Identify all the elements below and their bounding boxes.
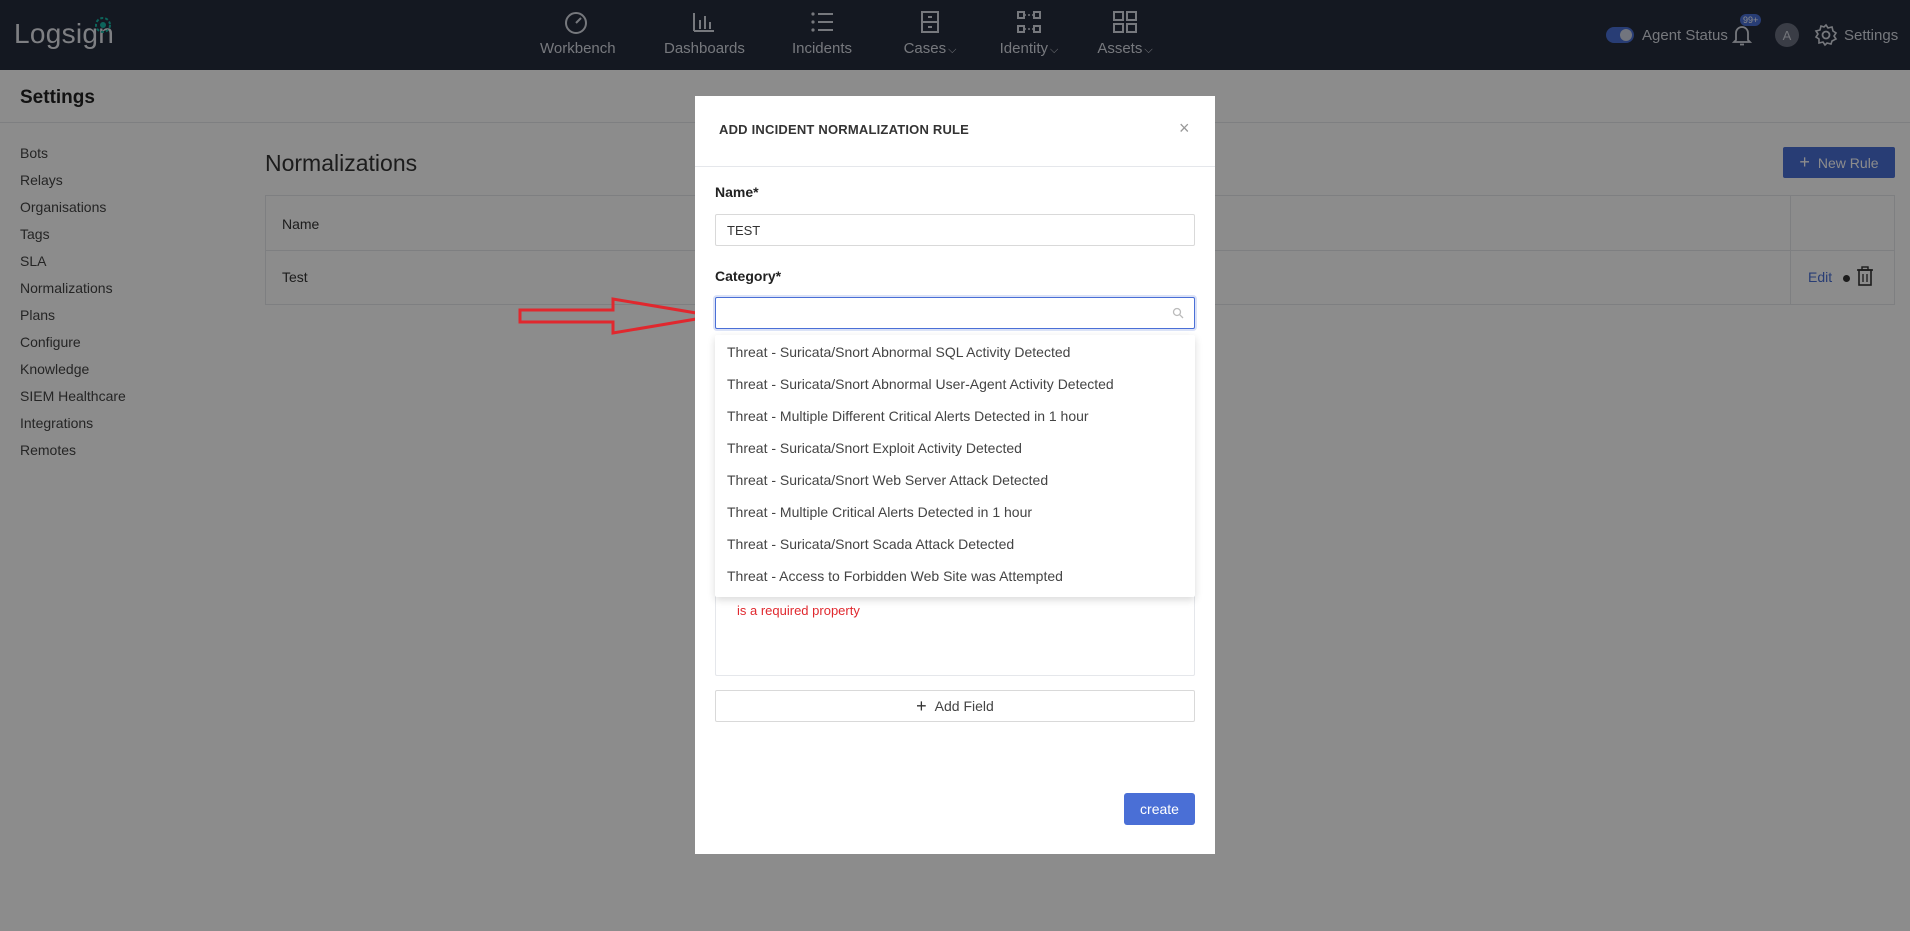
name-input[interactable] — [715, 214, 1195, 246]
dropdown-option[interactable]: Threat - Suricata/Snort Exploit Activity… — [727, 440, 1022, 456]
create-button[interactable]: create — [1124, 793, 1195, 825]
dropdown-option[interactable]: Threat - Multiple Different Critical Ale… — [727, 408, 1089, 424]
red-arrow-annotation-icon — [518, 297, 715, 335]
dropdown-option[interactable]: Threat - Access to Forbidden Web Site wa… — [727, 568, 1063, 584]
error-message: is a required property — [737, 603, 860, 618]
add-field-button[interactable]: + Add Field — [715, 690, 1195, 722]
category-select[interactable] — [715, 297, 1195, 329]
dropdown-option[interactable]: Threat - Multiple Critical Alerts Detect… — [727, 504, 1032, 520]
dropdown-option[interactable]: Threat - Suricata/Snort Scada Attack Det… — [727, 536, 1014, 552]
category-label: Category* — [715, 268, 782, 284]
dropdown-option[interactable]: Threat - Suricata/Snort Abnormal SQL Act… — [727, 344, 1070, 360]
plus-icon: + — [916, 695, 927, 716]
add-field-label: Add Field — [934, 698, 994, 714]
name-label: Name* — [715, 184, 759, 200]
modal-title: ADD INCIDENT NORMALIZATION RULE — [719, 122, 970, 137]
dropdown-option[interactable]: Threat - Suricata/Snort Abnormal User-Ag… — [727, 376, 1114, 392]
category-dropdown: Threat - Suricata/Snort Abnormal SQL Act… — [715, 335, 1195, 597]
dropdown-option[interactable]: Threat - Suricata/Snort Web Server Attac… — [727, 472, 1048, 488]
divider — [695, 166, 1215, 167]
search-icon — [1172, 307, 1184, 319]
close-icon[interactable]: × — [1179, 118, 1190, 139]
